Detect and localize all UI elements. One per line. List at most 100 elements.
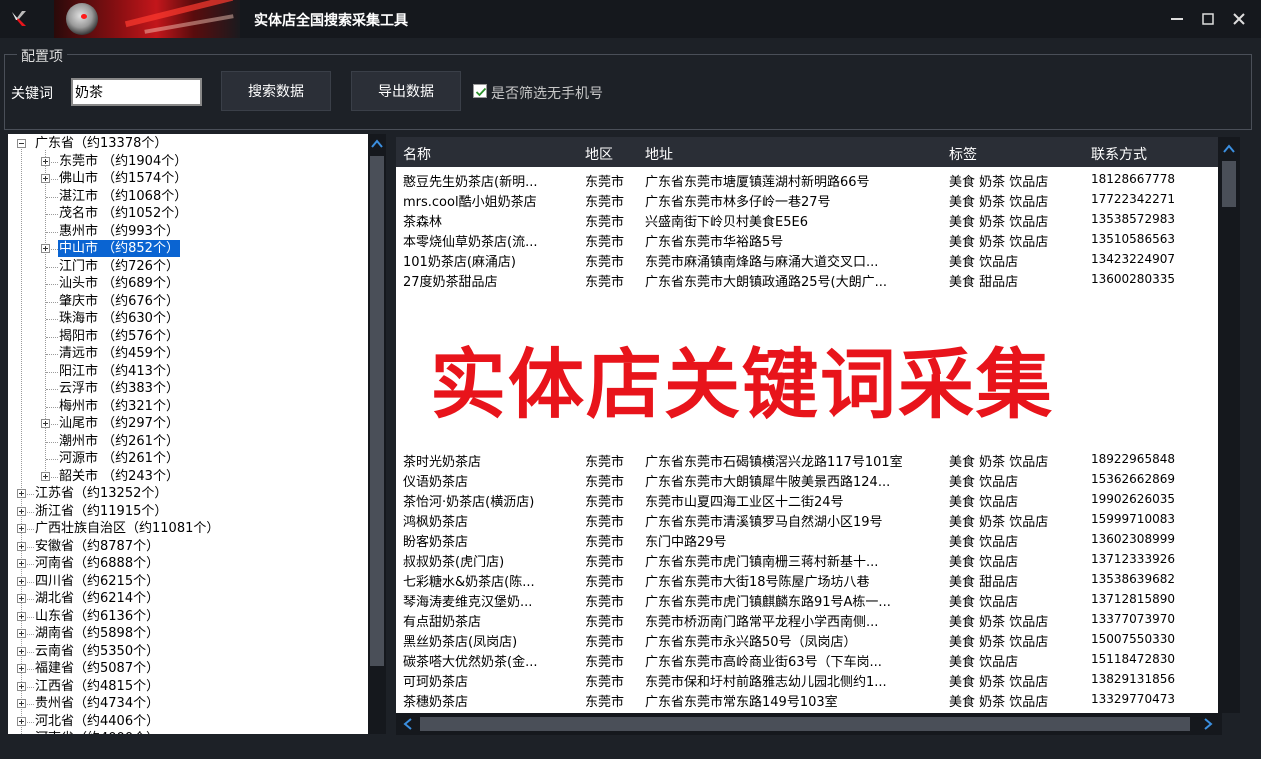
results-grid[interactable]: 名称 地区 地址 标签 联系方式 憨豆先生奶茶店(新明... 东莞市 广东省东莞市塘… xyxy=(396,137,1218,713)
expand-toggle[interactable] xyxy=(17,506,26,516)
grid-horizontal-scrollbar[interactable] xyxy=(396,713,1222,735)
tree-node-city[interactable]: 汕头市 （约689个） xyxy=(58,275,180,292)
table-row[interactable]: 碳茶嗒大优然奶茶(金... 东莞市 广东省东莞市高岭商业街63号（下车岗... 美食 … xyxy=(396,649,1218,670)
tree-node-province[interactable]: 江西省（约4815个） xyxy=(34,678,160,695)
table-row[interactable]: 可珂奶茶店 东莞市 东莞市保和圩村前路雅志幼儿园北侧约1... 美食 奶茶 饮品店 13… xyxy=(396,669,1218,690)
expand-toggle[interactable] xyxy=(17,629,26,638)
tree-node-city[interactable]: 云浮市 （约383个） xyxy=(58,380,180,397)
tree-node-province[interactable]: 河南省（约4000个） xyxy=(34,730,160,734)
header-name[interactable]: 名称 xyxy=(403,144,431,164)
keyword-input[interactable] xyxy=(71,78,202,106)
tree-node-city[interactable]: 湛江市 （约1068个） xyxy=(58,188,188,205)
expand-toggle[interactable] xyxy=(17,611,26,621)
tree-node-city[interactable]: 惠州市 （约993个） xyxy=(58,223,180,240)
tree-node-city[interactable]: 潮州市 （约261个） xyxy=(58,433,180,450)
table-cell: 仪语奶茶店 xyxy=(403,475,469,490)
header-contact[interactable]: 联系方式 xyxy=(1091,144,1147,164)
tree-node-province[interactable]: 河北省（约4406个） xyxy=(34,713,160,730)
expand-toggle[interactable] xyxy=(17,594,26,603)
table-row[interactable]: 有点甜奶茶店 东莞市 东莞市桥沥南门路常平龙程小学西南侧... 美食 奶茶 饮品店 13… xyxy=(396,609,1218,630)
tree-node-city[interactable]: 江门市 （约726个） xyxy=(58,258,180,275)
expand-toggle[interactable] xyxy=(17,559,26,568)
header-region[interactable]: 地区 xyxy=(585,144,613,164)
tree-node-city[interactable]: 茂名市 （约1052个） xyxy=(58,205,188,222)
maximize-button[interactable] xyxy=(1195,6,1221,32)
tree-node-city[interactable]: 韶关市 （约243个） xyxy=(58,468,180,485)
table-row[interactable]: 27度奶茶甜品店 东莞市 广东省东莞市大朗镇政通路25号(大朗广... 美食 甜品店 1… xyxy=(396,269,1218,290)
tree-node-city[interactable]: 肇庆市 （约676个） xyxy=(58,293,180,310)
scroll-up-icon[interactable] xyxy=(1221,141,1237,157)
minimize-icon xyxy=(1171,18,1183,20)
scroll-right-icon[interactable] xyxy=(1200,716,1216,732)
table-row[interactable]: 仪语奶茶店 东莞市 广东省东莞市大朗镇犀牛陂美景西路124... 美食 饮品店 1536… xyxy=(396,469,1218,490)
tree-node-province[interactable]: 安徽省（约8787个） xyxy=(34,538,160,555)
tree-node-province[interactable]: 云南省（约5350个） xyxy=(34,643,160,660)
scroll-left-icon[interactable] xyxy=(400,716,416,732)
table-row[interactable]: 101奶茶店(麻涌店) 东莞市 东莞市麻涌镇南烽路与麻涌大道交叉口... 美食 饮品店… xyxy=(396,249,1218,270)
tree-node-province[interactable]: 湖南省（约5898个） xyxy=(34,625,160,642)
expand-toggle[interactable] xyxy=(41,174,50,183)
table-row[interactable]: 茶时光奶茶店 东莞市 广东省东莞市石碣镇横滘兴龙路117号101室 美食 奶茶 饮品店… xyxy=(396,449,1218,470)
tree-node-city[interactable]: 中山市 （约852个） xyxy=(58,240,180,257)
table-row[interactable]: 叔叔奶茶(虎门店) 东莞市 广东省东莞市虎门镇南栅三蒋村新基十... 美食 饮品店 13… xyxy=(396,549,1218,570)
tree-node-province[interactable]: 湖北省（约6214个） xyxy=(34,590,160,607)
tree-node-province[interactable]: 广西壮族自治区（约11081个） xyxy=(34,520,220,537)
table-row[interactable]: 琴海涛麦维克汉堡奶... 东莞市 广东省东莞市虎门镇麒麟东路91号A栋一... 美食 … xyxy=(396,589,1218,610)
export-data-button[interactable]: 导出数据 xyxy=(351,71,461,111)
tree-node-province[interactable]: 贵州省（约4734个） xyxy=(34,695,160,712)
tree-node-city[interactable]: 珠海市 （约630个） xyxy=(58,310,180,327)
minimize-button[interactable] xyxy=(1164,6,1190,32)
grid-hscroll-thumb[interactable] xyxy=(420,717,1190,731)
tree-node-city[interactable]: 清远市 （约459个） xyxy=(58,345,180,362)
tree-node-province[interactable]: 四川省（约6215个） xyxy=(34,573,160,590)
tree-node-city[interactable]: 东莞市 （约1904个） xyxy=(58,153,188,170)
tree-node-province[interactable]: 福建省（约5087个） xyxy=(34,660,160,677)
table-row[interactable]: 鸿枫奶茶店 东莞市 广东省东莞市清溪镇罗马自然湖小区19号 美食 奶茶 饮品店 1599… xyxy=(396,509,1218,530)
collapse-toggle[interactable] xyxy=(17,139,26,148)
expand-toggle[interactable] xyxy=(41,244,50,253)
expand-toggle[interactable] xyxy=(17,489,26,498)
expand-toggle[interactable] xyxy=(17,524,26,533)
tree-node-city[interactable]: 梅州市 （约321个） xyxy=(58,398,180,415)
table-row[interactable]: 茶森林 东莞市 兴盛南街下岭贝村美食E5E6 美食 奶茶 饮品店 13538572983 xyxy=(396,209,1218,230)
tree-node-city[interactable]: 汕尾市 （约297个） xyxy=(58,415,180,432)
expand-toggle[interactable] xyxy=(17,664,26,673)
tree-node-city[interactable]: 揭阳市 （约576个） xyxy=(58,328,180,345)
table-row[interactable]: 本零烧仙草奶茶店(流... 东莞市 广东省东莞市华裕路5号 美食 奶茶 饮品店 1351… xyxy=(396,229,1218,250)
table-row[interactable]: 憨豆先生奶茶店(新明... 东莞市 广东省东莞市塘厦镇莲湖村新明路66号 美食 奶茶 … xyxy=(396,169,1218,190)
expand-toggle[interactable] xyxy=(17,646,26,656)
tree-node-city[interactable]: 佛山市 （约1574个） xyxy=(58,170,188,187)
tree-node-guangdong[interactable]: 广东省（约13378个） xyxy=(34,135,168,152)
tree-scroll-thumb[interactable] xyxy=(370,156,384,666)
search-data-button[interactable]: 搜索数据 xyxy=(221,71,331,111)
scroll-up-icon[interactable] xyxy=(369,136,385,152)
table-row[interactable]: 盼客奶茶店 东莞市 东门中路29号 美食 饮品店 13602308999 xyxy=(396,529,1218,550)
tree-node-city[interactable]: 阳江市 （约413个） xyxy=(58,363,180,380)
expand-toggle[interactable] xyxy=(41,419,50,428)
expand-toggle[interactable] xyxy=(17,576,26,586)
expand-toggle[interactable] xyxy=(17,541,26,551)
checkbox-box[interactable] xyxy=(473,84,487,98)
header-address[interactable]: 地址 xyxy=(645,144,673,164)
table-row[interactable]: 茶穗奶茶店 东莞市 广东省东莞市常东路149号103室 美食 奶茶 饮品店 133297… xyxy=(396,689,1218,710)
tree-node-province[interactable]: 河南省（约6888个） xyxy=(34,555,160,572)
close-button[interactable] xyxy=(1226,6,1252,32)
expand-toggle[interactable] xyxy=(41,471,50,481)
tree-node-province[interactable]: 浙江省（约11915个） xyxy=(34,503,168,520)
tree-node-province[interactable]: 山东省（约6136个） xyxy=(34,608,160,625)
table-row[interactable]: 黑丝奶茶店(凤岗店) 东莞市 广东省东莞市永兴路50号（凤岗店） 美食 奶茶 饮品店 1… xyxy=(396,629,1218,650)
grid-vertical-scrollbar[interactable] xyxy=(1218,137,1240,713)
expand-toggle[interactable] xyxy=(17,681,26,691)
expand-toggle[interactable] xyxy=(41,156,50,166)
tree-node-province[interactable]: 江苏省（约13252个） xyxy=(34,485,168,502)
region-tree[interactable]: 广东省（约13378个） 东莞市 （约1904个） 佛山市 （约1574个） 湛江市 … xyxy=(8,134,368,734)
table-row[interactable]: 茶怡河·奶茶店(横沥店) 东莞市 东莞市山夏四海工业区十二街24号 美食 饮品店 199… xyxy=(396,489,1218,510)
tree-node-city[interactable]: 河源市 （约261个） xyxy=(58,450,180,467)
table-row[interactable]: 七彩糖水&奶茶店(陈... 东莞市 广东省东莞市大街18号陈屋广场坊八巷 美食 甜品店… xyxy=(396,569,1218,590)
expand-toggle[interactable] xyxy=(17,699,26,708)
table-row[interactable]: mrs.cool酷小姐奶茶店 东莞市 广东省东莞市林多仔岭一巷27号 美食 奶茶 饮品… xyxy=(396,189,1218,210)
header-tags[interactable]: 标签 xyxy=(949,144,977,164)
expand-toggle[interactable] xyxy=(17,716,26,726)
grid-scroll-thumb[interactable] xyxy=(1222,161,1236,207)
tree-scrollbar[interactable] xyxy=(368,134,386,734)
